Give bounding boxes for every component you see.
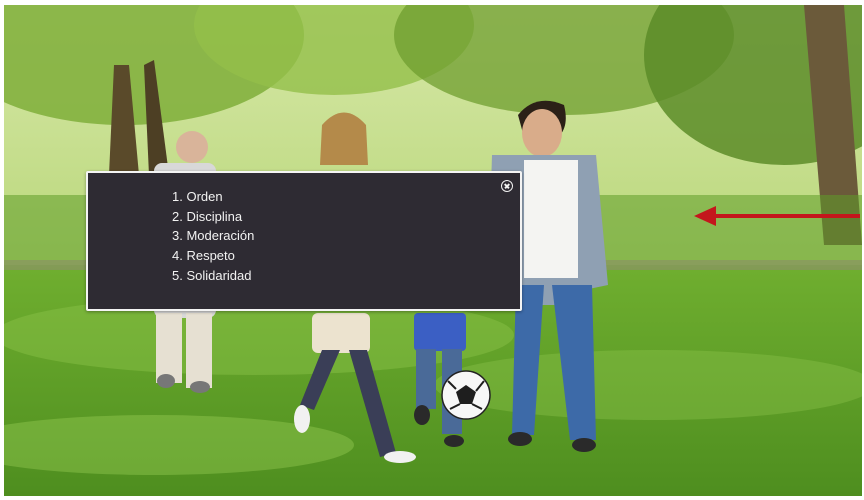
values-list: 1. Orden 2. Disciplina 3. Moderación 4. …	[172, 187, 254, 286]
list-item: 2. Disciplina	[172, 208, 243, 224]
list-item: 3. Moderación	[172, 228, 255, 244]
slide-stage: 1. Orden 2. Disciplina 3. Moderación 4. …	[0, 0, 864, 500]
list-item: 5. Solidaridad	[172, 267, 252, 283]
list-item: 1. Orden	[172, 189, 223, 204]
list-item: 4. Respeto	[172, 248, 235, 264]
info-popup: 1. Orden 2. Disciplina 3. Moderación 4. …	[86, 171, 522, 311]
close-icon[interactable]	[501, 180, 513, 192]
left-arrow-icon	[694, 206, 860, 226]
